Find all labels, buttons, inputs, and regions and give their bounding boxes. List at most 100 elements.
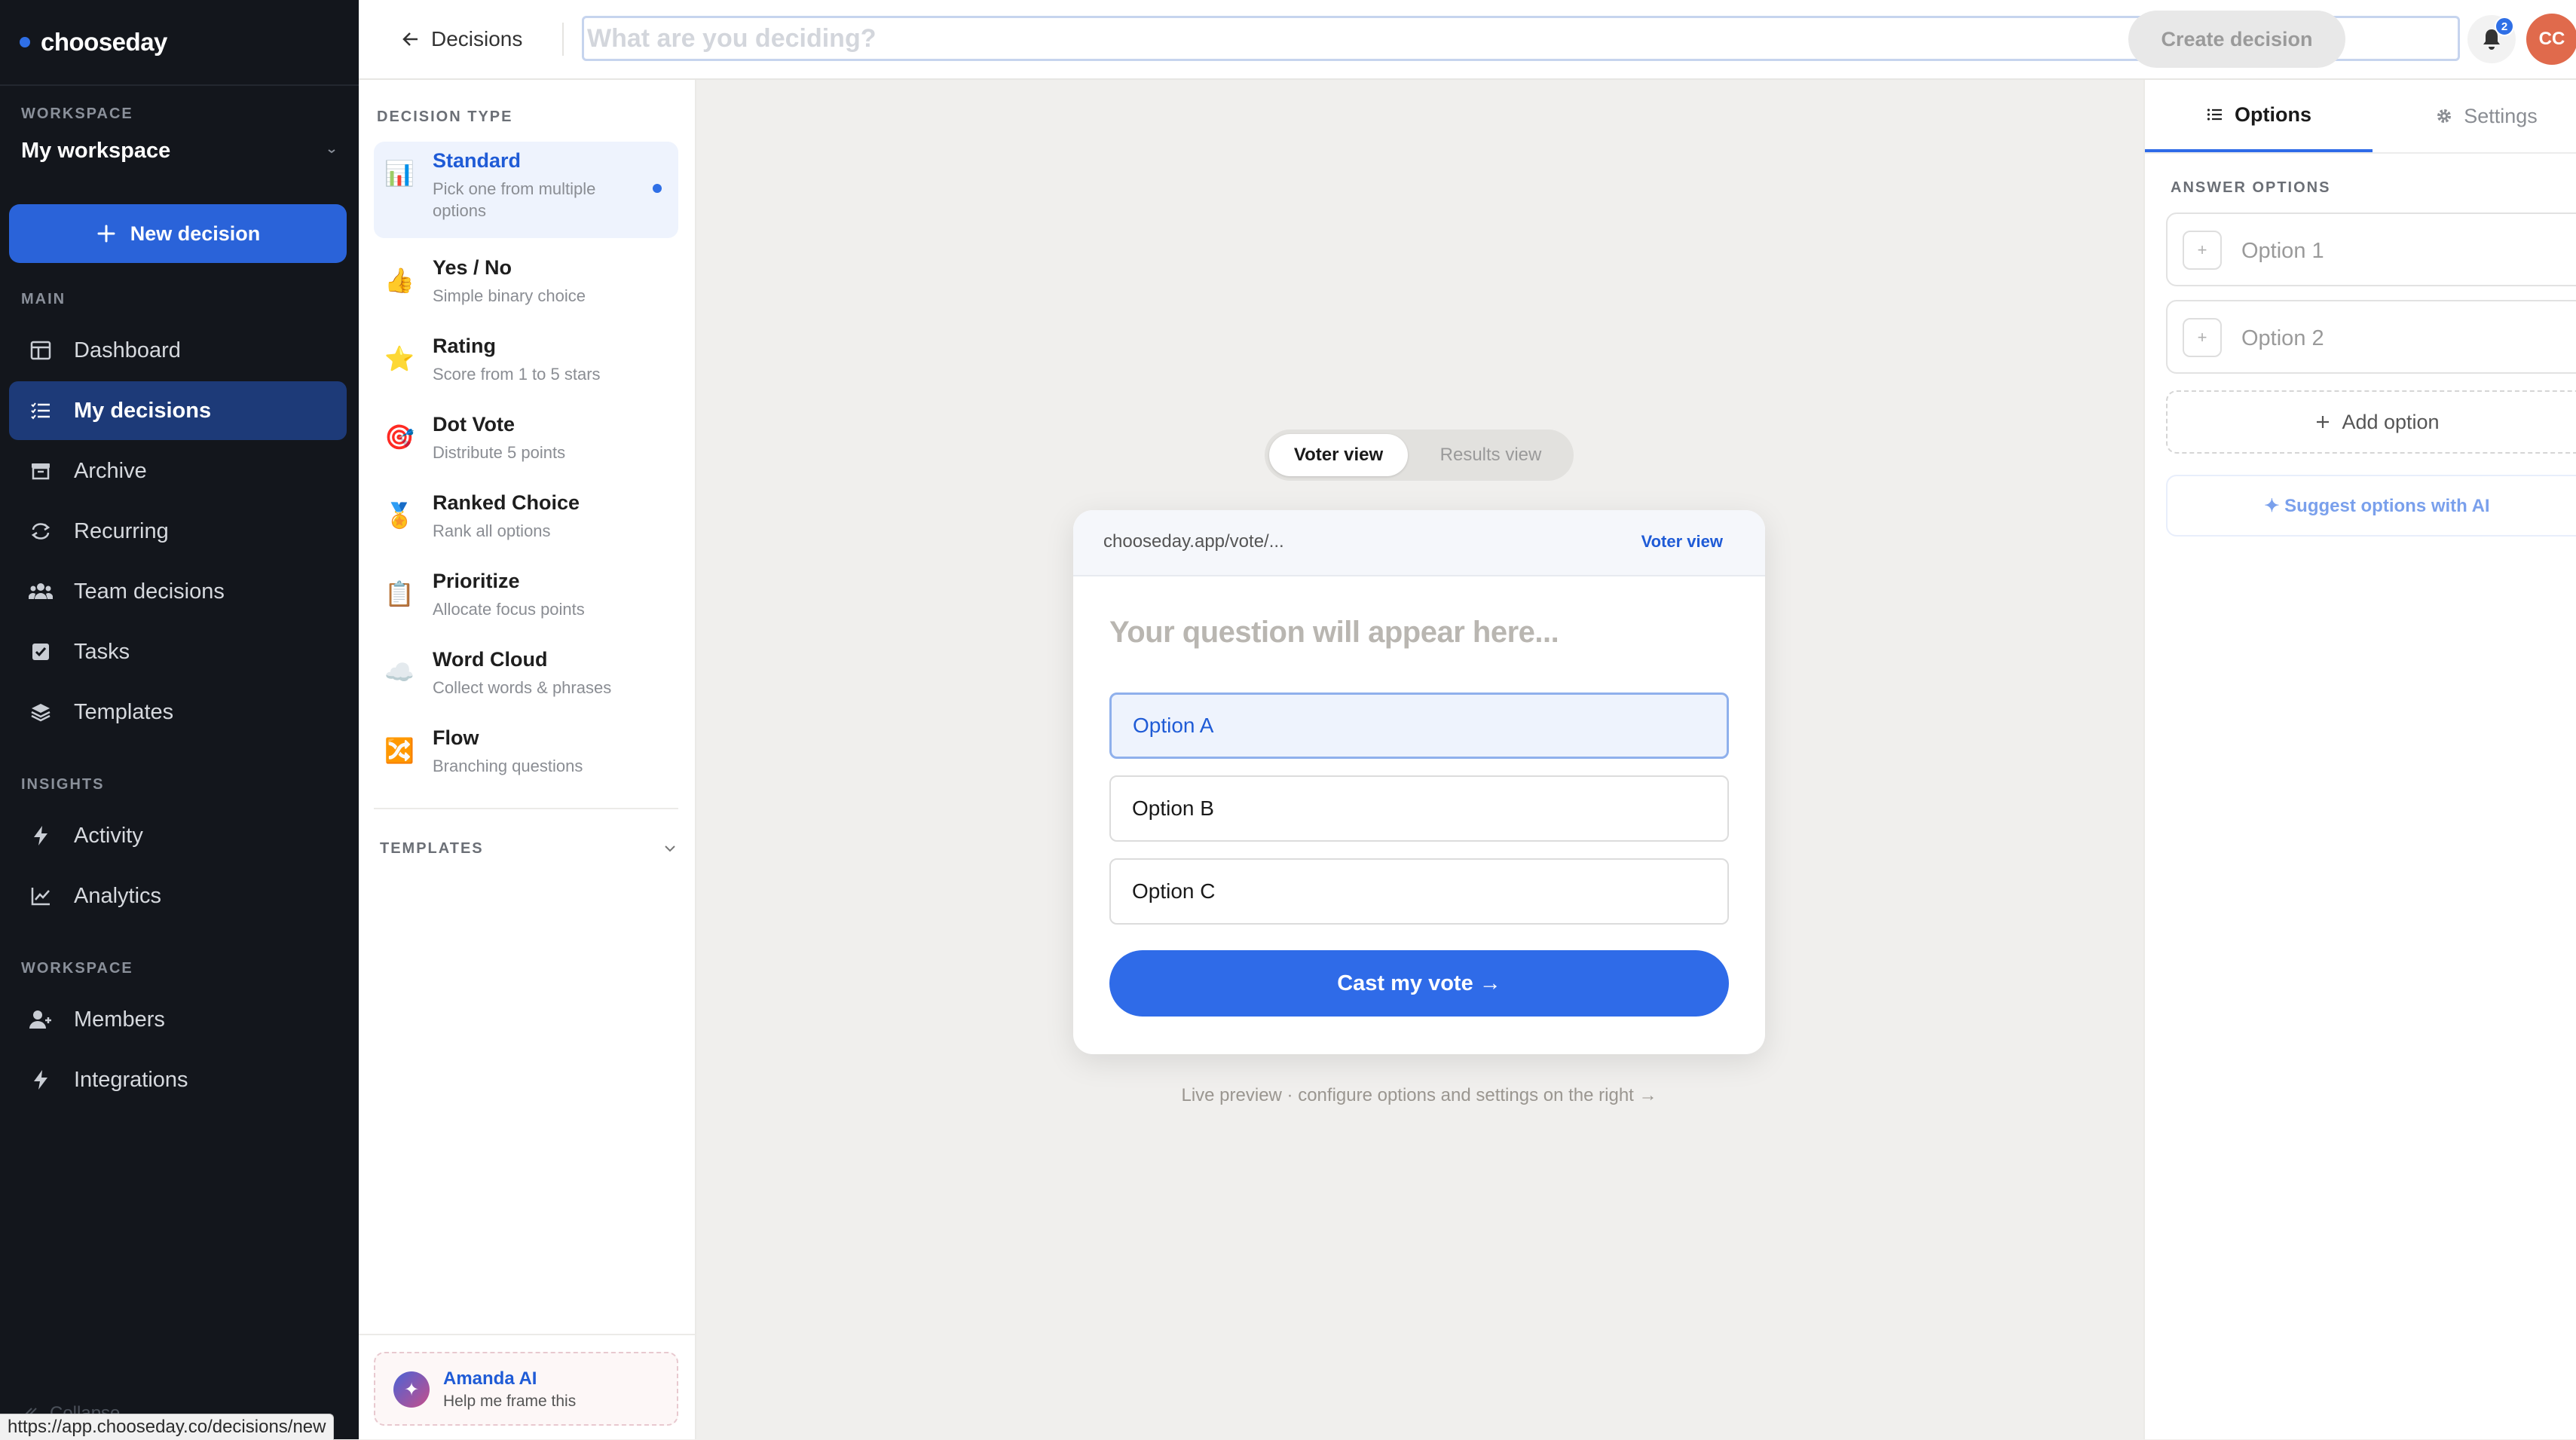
new-decision-label: New decision — [130, 222, 261, 245]
nav-label: Members — [74, 1007, 165, 1032]
add-option-button[interactable]: Add option — [2166, 390, 2576, 454]
results-view-toggle[interactable]: Results view — [1412, 434, 1569, 476]
brand-dot-icon — [20, 37, 30, 47]
decision-type-title: DECISION TYPE — [377, 109, 513, 125]
list-icon — [27, 397, 54, 424]
archive-icon — [27, 457, 54, 485]
ai-name: Amanda AI — [443, 1368, 537, 1389]
user-add-icon — [27, 1006, 54, 1033]
type-flow[interactable]: 🔀 Flow Branching questions — [374, 719, 678, 793]
preview-card-header: chooseday.app/vote/... Voter view — [1073, 510, 1765, 576]
plus-icon — [2314, 414, 2331, 430]
ai-subtitle: Help me frame this — [443, 1393, 577, 1410]
thumbs-up-icon: 👍 — [384, 267, 415, 294]
decision-type-panel: DECISION TYPE 📊 Standard Pick one from m… — [359, 80, 696, 1439]
answer-option-row: + — [2166, 300, 2576, 374]
nav-label: Activity — [74, 823, 143, 848]
team-icon — [27, 578, 54, 605]
type-standard[interactable]: 📊 Standard Pick one from multiple option… — [374, 142, 678, 238]
type-description: Score from 1 to 5 stars — [433, 365, 601, 384]
type-dot-vote[interactable]: 🎯 Dot Vote Distribute 5 points — [374, 405, 678, 479]
suggest-options-ai-button[interactable]: ✦ Suggest options with AI — [2166, 475, 2576, 537]
tab-label: Settings — [2464, 104, 2538, 127]
workspace-selector[interactable]: My workspace — [21, 133, 338, 169]
shuffle-icon: 🔀 — [384, 737, 415, 764]
nav-templates[interactable]: Templates — [9, 683, 347, 741]
selected-indicator-icon — [653, 184, 662, 193]
tab-options[interactable]: Options — [2145, 80, 2373, 152]
nav-label: Tasks — [74, 639, 130, 664]
voter-view-toggle[interactable]: Voter view — [1269, 434, 1408, 476]
nav-team-decisions[interactable]: Team decisions — [9, 562, 347, 621]
workspace-name: My workspace — [21, 138, 171, 163]
plus-icon — [96, 223, 117, 244]
topbar-separator — [562, 23, 564, 56]
top-bar: Decisions Create decision 2 CC — [359, 0, 2576, 80]
config-tabs: Options Settings — [2145, 80, 2576, 154]
bar-chart-icon: 📊 — [384, 160, 415, 187]
vote-option[interactable]: Option B — [1109, 775, 1729, 842]
list-icon — [2206, 105, 2224, 124]
cloud-icon: ☁️ — [384, 659, 415, 686]
answer-option-input[interactable] — [2240, 318, 2574, 359]
chevron-down-icon — [326, 145, 338, 157]
nav-tasks[interactable]: Tasks — [9, 622, 347, 681]
preview-hint: Live preview · configure options and set… — [1181, 1085, 1657, 1105]
type-prioritize[interactable]: 📋 Prioritize Allocate focus points — [374, 562, 678, 636]
layers-icon — [27, 699, 54, 726]
nav-integrations[interactable]: Integrations — [9, 1050, 347, 1109]
user-avatar[interactable]: CC — [2526, 14, 2576, 65]
brand-name: chooseday — [41, 28, 167, 56]
new-decision-button[interactable]: New decision — [9, 204, 347, 263]
type-rating[interactable]: ⭐ Rating Score from 1 to 5 stars — [374, 327, 678, 401]
brand-logo[interactable]: chooseday — [20, 23, 167, 62]
workspace-section-label-2: WORKSPACE — [21, 960, 133, 977]
nav-analytics[interactable]: Analytics — [9, 867, 347, 925]
star-icon: ⭐ — [384, 345, 415, 372]
type-description: Simple binary choice — [433, 286, 586, 305]
add-image-plus-icon[interactable]: + — [2183, 231, 2222, 270]
sparkle-icon: ✦ — [393, 1371, 430, 1408]
checkbox-icon — [27, 638, 54, 665]
main-section-label: MAIN — [21, 291, 66, 307]
type-description: Allocate focus points — [433, 600, 585, 619]
type-ranked-choice[interactable]: 🏅 Ranked Choice Rank all options — [374, 484, 678, 558]
nav-activity[interactable]: Activity — [9, 806, 347, 865]
type-yes-no[interactable]: 👍 Yes / No Simple binary choice — [374, 249, 678, 323]
nav-members[interactable]: Members — [9, 990, 347, 1049]
back-to-decisions-link[interactable]: Decisions — [401, 20, 522, 59]
vote-option[interactable]: Option C — [1109, 858, 1729, 925]
nav-recurring[interactable]: Recurring — [9, 502, 347, 561]
type-name: Prioritize — [433, 570, 520, 592]
sidebar-divider — [0, 84, 359, 86]
nav-dashboard[interactable]: Dashboard — [9, 321, 347, 380]
type-name: Standard — [433, 149, 522, 172]
panel-divider — [359, 1334, 695, 1335]
type-description: Distribute 5 points — [433, 443, 566, 462]
lightning-icon — [27, 1066, 54, 1093]
back-label: Decisions — [431, 27, 523, 50]
answer-option-input[interactable] — [2240, 231, 2574, 271]
nav-label: Dashboard — [74, 338, 181, 362]
preview-question: Your question will appear here... — [1109, 616, 1559, 649]
add-image-plus-icon[interactable]: + — [2183, 318, 2222, 357]
cast-vote-button[interactable]: Cast my vote → — [1109, 950, 1729, 1017]
create-decision-button[interactable]: Create decision — [2128, 11, 2345, 68]
vote-option[interactable]: Option A — [1109, 692, 1729, 759]
nav-label: Templates — [74, 699, 174, 724]
amanda-ai-card[interactable]: ✦ Amanda AI Help me frame this — [374, 1352, 678, 1426]
type-name: Rating — [433, 335, 496, 357]
nav-label: My decisions — [74, 398, 212, 423]
preview-url: chooseday.app/vote/... — [1103, 531, 1284, 552]
templates-expander[interactable]: TEMPLATES — [380, 833, 678, 864]
clipboard-icon: 📋 — [384, 580, 415, 607]
nav-my-decisions[interactable]: My decisions — [9, 381, 347, 440]
chart-line-icon — [27, 882, 54, 910]
nav-archive[interactable]: Archive — [9, 442, 347, 500]
config-panel: Options Settings ANSWER OPTIONS + + Add … — [2143, 80, 2576, 1439]
notifications-button[interactable]: 2 — [2467, 15, 2516, 63]
medal-icon: 🏅 — [384, 502, 415, 529]
workspace-section-label: WORKSPACE — [21, 105, 133, 122]
type-word-cloud[interactable]: ☁️ Word Cloud Collect words & phrases — [374, 641, 678, 714]
tab-settings[interactable]: Settings — [2373, 80, 2576, 152]
